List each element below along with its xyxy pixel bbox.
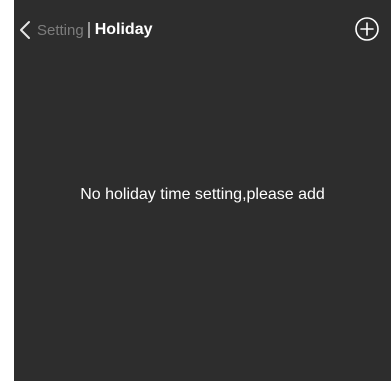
back-button[interactable] — [15, 18, 39, 42]
breadcrumb-parent-setting[interactable]: Setting — [37, 22, 84, 39]
circle-plus-icon — [355, 17, 379, 41]
breadcrumb: Setting Holiday — [37, 18, 153, 42]
header-bar: Setting Holiday — [14, 0, 391, 60]
breadcrumb-separator — [87, 22, 90, 38]
holiday-screen: Setting Holiday No holiday time setting,… — [14, 0, 391, 381]
page-title: Holiday — [94, 21, 153, 38]
chevron-left-icon — [20, 21, 30, 39]
add-holiday-button[interactable] — [354, 16, 380, 42]
empty-state-message: No holiday time setting,please add — [80, 186, 325, 203]
